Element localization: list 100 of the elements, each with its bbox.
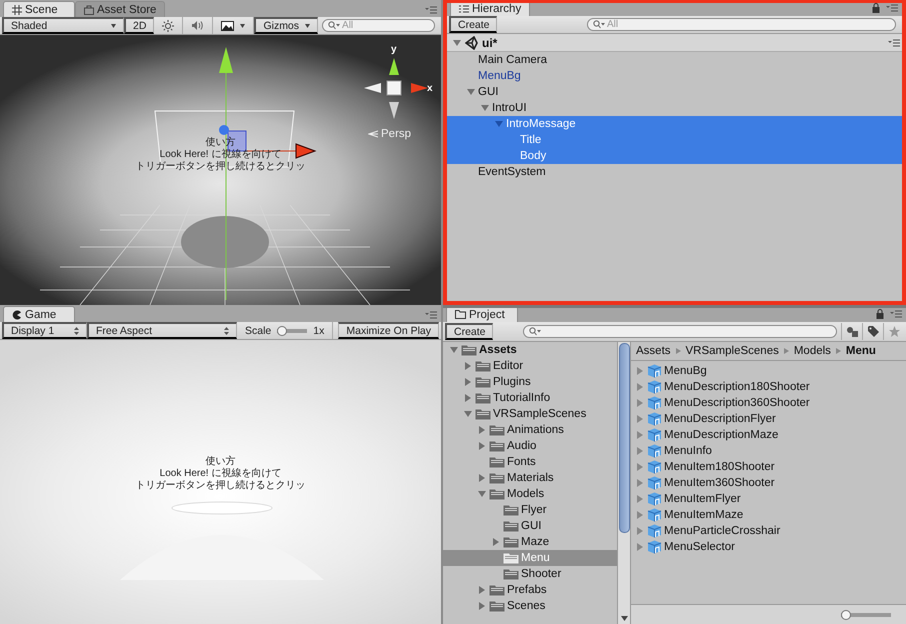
sun-icon[interactable] [162, 20, 174, 32]
scale-value: 1x [313, 324, 324, 336]
cube-icon [647, 524, 662, 538]
asset-item[interactable]: MenuSelector [635, 539, 906, 555]
folder-item[interactable]: Editor [443, 358, 617, 374]
breadcrumb-link[interactable]: VRSampleScenes [686, 345, 779, 357]
folder-item[interactable]: Materials [443, 470, 617, 486]
speaker-icon[interactable] [191, 20, 204, 31]
asset-item[interactable]: MenuDescription180Shooter [635, 379, 906, 395]
stepper-icon [224, 326, 229, 334]
panel-tab[interactable]: Project [446, 308, 518, 322]
folder-item[interactable]: Fonts [443, 454, 617, 470]
lock-icon[interactable] [872, 3, 880, 13]
folder-icon [503, 520, 519, 532]
breadcrumb-link[interactable]: Assets [636, 345, 671, 357]
hierarchy-item[interactable]: EventSystem [447, 164, 902, 180]
cube-icon [647, 412, 662, 426]
asset-item[interactable]: MenuItemMaze [635, 507, 906, 523]
triangle-right-icon[interactable] [477, 474, 487, 482]
gizmos-dropdown[interactable]: Gizmos [254, 17, 318, 34]
panel-tab[interactable]: Scene [3, 1, 75, 17]
asset-item[interactable]: MenuDescriptionFlyer [635, 411, 906, 427]
projection-label[interactable]: Persp [381, 128, 412, 140]
triangle-down-icon[interactable] [477, 490, 487, 498]
folder-item[interactable]: Shooter [443, 566, 617, 582]
search-icon [529, 327, 541, 336]
hierarchy-item[interactable]: Body [447, 148, 902, 164]
folder-item[interactable]: Animations [443, 422, 617, 438]
star-icon[interactable] [888, 326, 900, 337]
hierarchy-item[interactable]: GUI [447, 84, 902, 100]
panel-menu-icon[interactable] [890, 310, 902, 318]
panel-tab[interactable]: Asset Store [75, 1, 166, 17]
cube-icon [647, 508, 662, 522]
maximize-toggle[interactable]: Maximize On Play [338, 322, 439, 339]
caption-text: Look Here! に視線を向けて [160, 468, 282, 479]
image-icon[interactable] [221, 20, 234, 30]
scale-label: Scale [245, 324, 272, 336]
axis-label: y [391, 44, 397, 55]
panel-menu-icon[interactable] [425, 311, 437, 319]
slider-thumb[interactable] [277, 326, 288, 336]
breadcrumb-link[interactable]: Models [794, 345, 831, 357]
asset-item[interactable]: MenuItem360Shooter [635, 475, 906, 491]
hierarchy-item[interactable]: IntroMessage [447, 116, 902, 132]
panel-menu-icon[interactable] [886, 4, 898, 12]
asset-item[interactable]: MenuDescriptionMaze [635, 427, 906, 443]
scene-header[interactable]: ui* [447, 34, 902, 52]
triangle-down-icon[interactable] [449, 346, 459, 354]
hierarchy-item[interactable]: Main Camera [447, 52, 902, 68]
folder-icon [503, 552, 519, 564]
breadcrumb-link[interactable]: Menu [846, 345, 876, 357]
hierarchy-item[interactable]: Title [447, 132, 902, 148]
panel-tab[interactable]: Hierarchy [450, 3, 530, 16]
folder-item[interactable]: Audio [443, 438, 617, 454]
chevron-icon [676, 348, 681, 354]
folder-item[interactable]: GUI [443, 518, 617, 534]
asset-item[interactable]: MenuBg [635, 363, 906, 379]
folder-item[interactable]: Prefabs [443, 582, 617, 598]
asset-item[interactable]: MenuItem180Shooter [635, 459, 906, 475]
folder-item[interactable]: TutorialInfo [443, 390, 617, 406]
panel-tab[interactable]: Game [3, 306, 75, 322]
triangle-down-icon[interactable] [463, 410, 473, 418]
folder-item[interactable]: VRSampleScenes [443, 406, 617, 422]
scene-name[interactable]: ui* [482, 36, 498, 50]
folder-item[interactable]: Plugins [443, 374, 617, 390]
folder-item[interactable]: Scenes [443, 598, 617, 614]
caption-text: トリガーボタンを押し続けるとクリッ [136, 480, 306, 491]
folder-item[interactable]: Flyer [443, 502, 617, 518]
bag-icon [84, 4, 94, 14]
panel-menu-icon[interactable] [425, 6, 437, 14]
folder-icon [489, 440, 505, 452]
shading-dropdown[interactable]: Shaded [2, 17, 124, 34]
folder-item[interactable]: Maze [443, 534, 617, 550]
caption-text: 使い方 [206, 456, 236, 467]
triangle-down-icon[interactable] [452, 38, 462, 46]
asset-item[interactable]: MenuParticleCrosshair [635, 523, 906, 539]
panel-menu-icon[interactable] [888, 38, 900, 46]
folder-icon [489, 424, 505, 436]
folder-icon [475, 360, 491, 372]
filter-by-type-icon[interactable] [846, 326, 858, 337]
hierarchy-item[interactable]: MenuBg [447, 68, 902, 84]
folder-item[interactable]: Assets [443, 342, 617, 358]
caption-text: トリガーボタンを押し続けるとクリッ [136, 161, 306, 172]
display-dropdown[interactable]: Display 1 [2, 322, 87, 339]
asset-item[interactable]: MenuDescription360Shooter [635, 395, 906, 411]
folder-icon [475, 392, 491, 404]
hierarchy-item[interactable]: IntroUI [447, 100, 902, 116]
scroll-down-icon[interactable] [620, 616, 628, 621]
asset-item[interactable]: MenuInfo [635, 443, 906, 459]
triangle-right-icon[interactable] [491, 538, 501, 546]
cube-icon [647, 444, 662, 458]
lock-icon[interactable] [876, 309, 884, 319]
slider-thumb[interactable] [841, 610, 851, 620]
scrollbar[interactable] [618, 342, 631, 624]
orientation-gizmo-drawing[interactable] [364, 58, 428, 119]
create-dropdown[interactable]: Create [445, 323, 493, 340]
folder-item[interactable]: Models [443, 486, 617, 502]
asset-item[interactable]: MenuItemFlyer [635, 491, 906, 507]
search-field[interactable] [523, 325, 837, 338]
tag-icon[interactable] [868, 326, 878, 337]
aspect-dropdown[interactable]: Free Aspect [87, 322, 237, 339]
